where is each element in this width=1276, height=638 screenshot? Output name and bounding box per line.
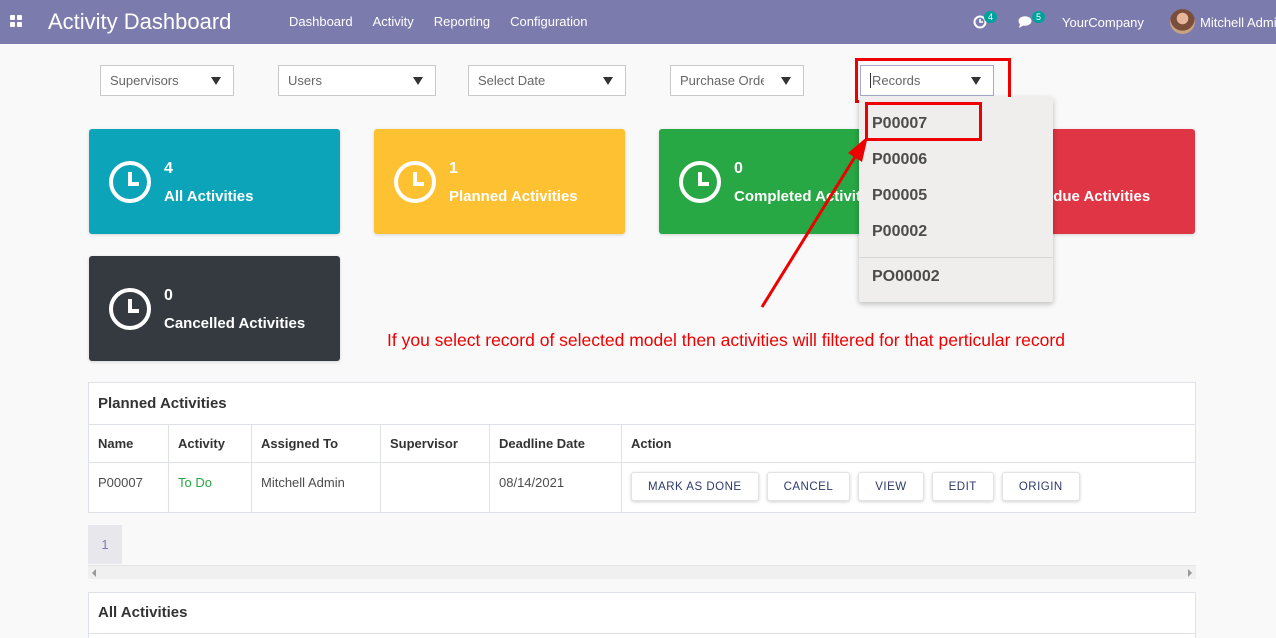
horizontal-scrollbar[interactable] <box>88 565 1196 579</box>
col-name: Name <box>88 424 169 463</box>
mark-as-done-button[interactable]: MARK AS DONE <box>631 472 759 501</box>
cell-supervisor <box>380 462 490 513</box>
pagination-page-button[interactable]: 1 <box>88 525 122 564</box>
table-header-edge <box>88 633 1196 638</box>
table-row: P00007 To Do Mitchell Admin 08/14/2021 M… <box>88 462 1196 513</box>
cell-name: P00007 <box>88 462 169 513</box>
col-activity: Activity <box>168 424 252 463</box>
view-button[interactable]: VIEW <box>858 472 924 501</box>
col-deadline-date: Deadline Date <box>489 424 622 463</box>
annotation-arrow-icon <box>760 136 868 308</box>
cell-deadline: 08/14/2021 <box>489 462 622 513</box>
scroll-left-icon[interactable] <box>92 569 96 577</box>
cell-assigned-to: Mitchell Admin <box>251 462 381 513</box>
table-header-row: Name Activity Assigned To Supervisor Dea… <box>88 424 1196 463</box>
scroll-right-icon[interactable] <box>1188 569 1192 577</box>
annotation-text: If you select record of selected model t… <box>387 330 1065 350</box>
col-action: Action <box>621 424 1196 463</box>
origin-button[interactable]: ORIGIN <box>1001 472 1080 501</box>
cancel-button[interactable]: CANCEL <box>766 472 851 501</box>
col-assigned-to: Assigned To <box>251 424 381 463</box>
planned-activities-title: Planned Activities <box>98 395 227 412</box>
all-activities-panel: All Activities <box>88 592 1196 638</box>
planned-activities-table: Name Activity Assigned To Supervisor Dea… <box>88 424 1196 513</box>
cell-actions: MARK AS DONE CANCEL VIEW EDIT ORIGIN <box>621 462 1196 513</box>
edit-button[interactable]: EDIT <box>931 472 994 501</box>
cell-activity: To Do <box>168 462 252 513</box>
col-supervisor: Supervisor <box>380 424 490 463</box>
all-activities-title: All Activities <box>98 604 188 621</box>
planned-activities-panel: Planned Activities <box>88 382 1196 425</box>
